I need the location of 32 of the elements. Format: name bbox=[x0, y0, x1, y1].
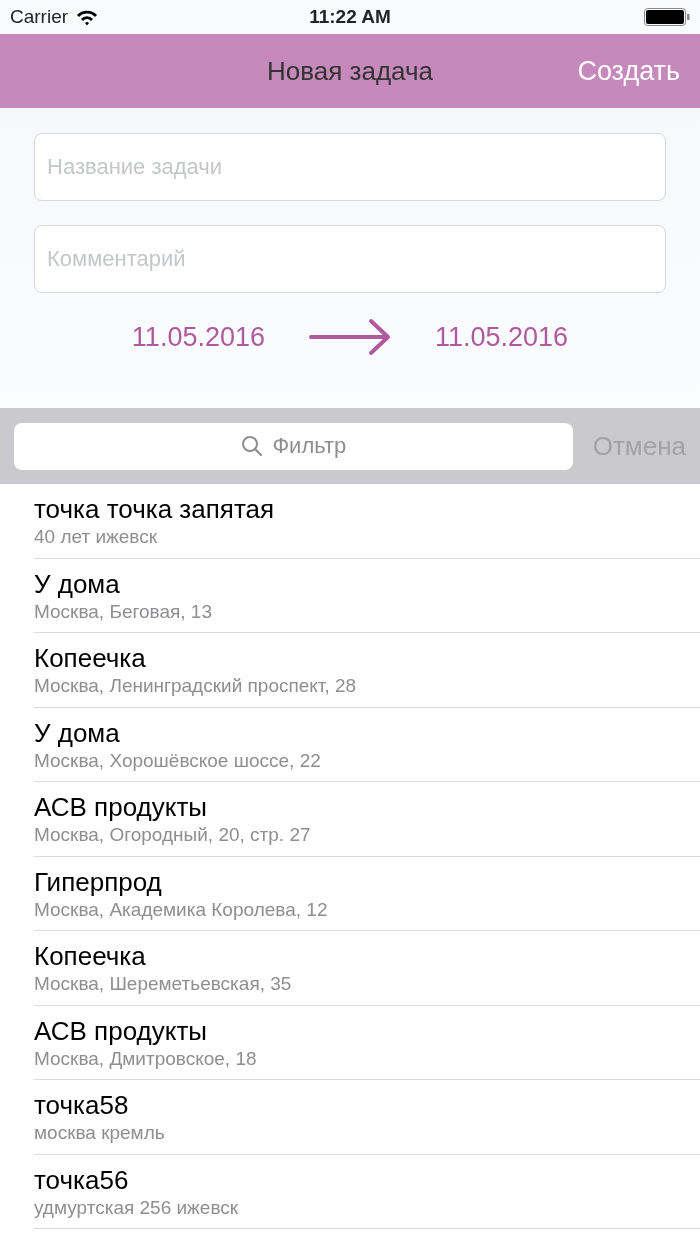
point-address: удмуртская 256 ижевск bbox=[34, 1195, 240, 1220]
point-address: Москва, Академика Королева, 12 bbox=[34, 897, 329, 922]
wifi-icon bbox=[76, 8, 99, 26]
battery-icon bbox=[644, 8, 690, 26]
point-address: Москва, Шереметьевская, 35 bbox=[34, 972, 293, 996]
point-address: 40 лет ижевск bbox=[34, 525, 158, 549]
point-title[interactable]: АСВ продукты bbox=[34, 1014, 700, 1047]
start-date[interactable]: 11.05.2016 bbox=[131, 317, 265, 358]
point-address: Москва, Хорошёвское шоссе, 22 bbox=[34, 748, 322, 773]
screen-title: Новая задача bbox=[267, 54, 433, 88]
carrier-label: Carrier bbox=[10, 4, 69, 29]
point-address: Москва, Огородный, 20, стр. 27 bbox=[34, 823, 312, 847]
point-address: Москва, Дмитровское, 18 bbox=[34, 1046, 258, 1071]
point-title[interactable]: Копеечка bbox=[34, 642, 700, 674]
comment-field[interactable]: Комментарий bbox=[34, 225, 666, 293]
point-title[interactable]: Гиперпрод bbox=[34, 865, 700, 898]
filter-field[interactable]: Фильтр bbox=[14, 422, 573, 470]
point-title[interactable]: Копеечка bbox=[34, 940, 700, 972]
point-address: москва кремль bbox=[34, 1121, 166, 1145]
end-date[interactable]: 11.05.2016 bbox=[435, 317, 569, 358]
point-address: Москва, Ленинградский проспект, 28 bbox=[34, 674, 358, 698]
clock-time: 11:22 AM bbox=[309, 4, 391, 29]
point-address: Москва, Беговая, 13 bbox=[34, 599, 213, 624]
search-icon bbox=[241, 434, 264, 457]
point-title[interactable]: У дома bbox=[34, 716, 700, 749]
point-title[interactable]: точка58 bbox=[34, 1089, 700, 1121]
point-title[interactable]: точка56 bbox=[34, 1163, 700, 1196]
point-title[interactable]: АСВ продукты bbox=[34, 791, 700, 823]
point-title[interactable]: точка точка запятая bbox=[34, 493, 700, 525]
task-name-field[interactable]: Название задачи bbox=[34, 133, 666, 201]
arrow-icon bbox=[309, 318, 391, 357]
point-title[interactable]: У дома bbox=[34, 567, 700, 600]
